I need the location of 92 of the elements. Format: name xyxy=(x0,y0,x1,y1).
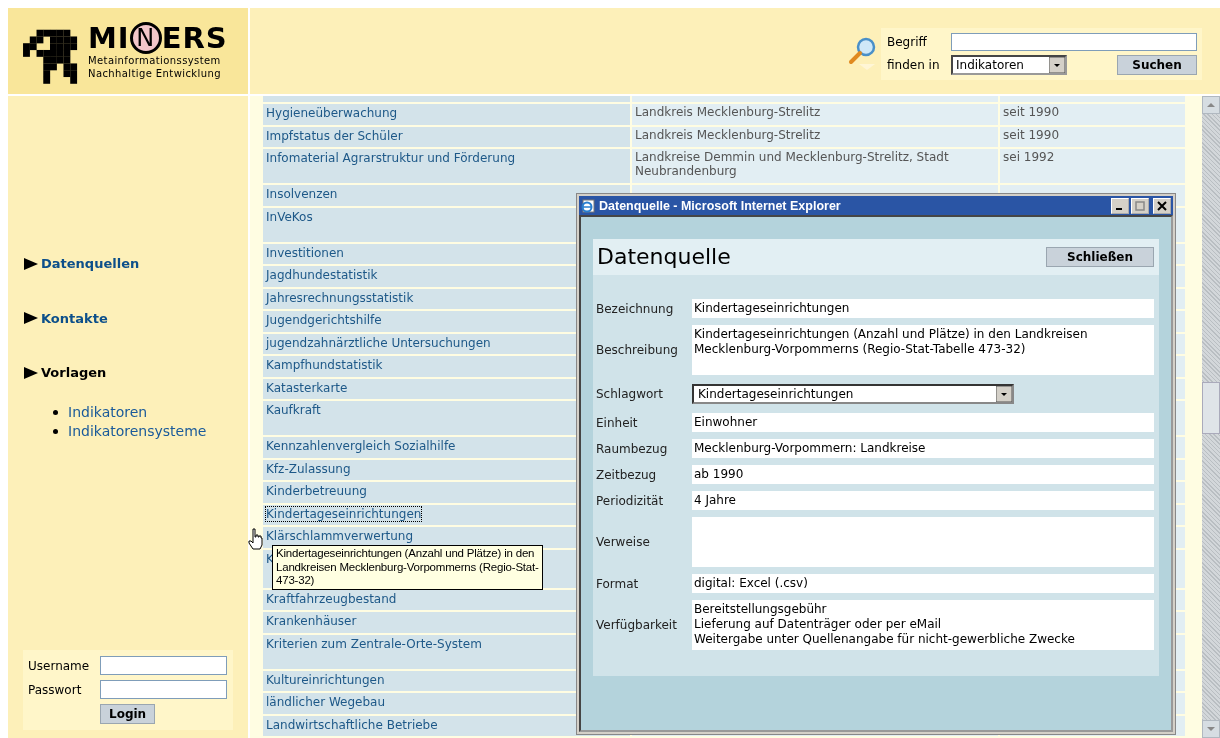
indicator-link[interactable]: Kennzahlenvergleich Sozialhilfe xyxy=(266,439,456,453)
indicator-link[interactable]: InVeKos xyxy=(266,209,313,224)
keyword-dropdown[interactable]: Kindertageseinrichtungen xyxy=(692,384,1014,404)
indicator-link[interactable]: Kriterien zum Zentrale-Orte-System xyxy=(266,636,482,651)
indicator-link[interactable]: ländlicher Wegebau xyxy=(266,695,386,709)
sidebar-section-link[interactable]: Vorlagen xyxy=(23,365,107,380)
password-label: Passwort xyxy=(28,682,83,697)
indicator-link[interactable]: Kaufkraft xyxy=(266,403,321,417)
table-cell: Landkreise Demmin und Mecklenburg-Strelitz, Stadt Neubrandenburg xyxy=(632,149,998,183)
minimize-button[interactable] xyxy=(1111,197,1129,214)
maximize-button[interactable] xyxy=(1131,197,1149,214)
field-value: Mecklenburg-Vorpommern: Landkreise xyxy=(692,439,1154,458)
field-label: Schlagwort xyxy=(596,387,664,401)
search-button[interactable]: Suchen xyxy=(1117,55,1197,75)
scrollbar-thumb[interactable] xyxy=(1202,382,1220,434)
indicator-link[interactable]: Kultureinrichtungen xyxy=(266,672,385,687)
sidebar-item[interactable]: Indikatorensysteme xyxy=(68,423,207,439)
sidebar-section-link[interactable]: Datenquellen xyxy=(23,256,140,271)
field-label: Bezeichnung xyxy=(596,301,675,316)
username-field[interactable] xyxy=(100,656,227,675)
field-value: digital: Excel (.csv) xyxy=(692,574,1154,593)
sidebar-section-link[interactable]: Kontakte xyxy=(23,310,108,326)
scrollbar[interactable] xyxy=(1202,96,1220,738)
indicator-link[interactable]: jugendzahnärztliche Untersuchungen xyxy=(266,335,491,350)
window-title: Datenquelle - Microsoft Internet Explorer xyxy=(599,198,841,213)
field-label: Beschreibung xyxy=(596,343,679,357)
scroll-down-button[interactable] xyxy=(1202,720,1220,738)
field-label: Zeitbezug xyxy=(596,467,658,482)
indicator-link[interactable]: Jugendgerichtshilfe xyxy=(266,313,382,327)
field-value: ab 1990 xyxy=(692,465,1154,484)
scope-dropdown[interactable]: Indikatoren xyxy=(951,55,1067,75)
triangle-icon xyxy=(23,256,39,271)
table-cell: seit 1990 xyxy=(1000,126,1185,147)
search-scope-label: finden in xyxy=(887,58,941,72)
tooltip-text: 473-32) xyxy=(276,574,316,588)
logo-wordmark: MI N ERS xyxy=(88,22,228,54)
indicator-link[interactable]: Landwirtschaftliche Betriebe xyxy=(266,717,438,732)
search-icon xyxy=(847,36,877,70)
login-button[interactable]: Login xyxy=(100,704,156,724)
indicator-link[interactable]: Insolvenzen xyxy=(266,187,338,201)
close-button[interactable] xyxy=(1153,197,1171,214)
search-term-label: Begriff xyxy=(887,35,928,49)
indicator-link[interactable]: Kampfhundstatistik xyxy=(266,358,383,372)
maximize-icon xyxy=(1135,200,1145,211)
sidebar-item[interactable]: Indikatoren xyxy=(68,404,148,420)
username-label: Username xyxy=(28,658,91,673)
tooltip-text: Kindertageseinrichtungen (Anzahl und Plätze) in den xyxy=(276,547,536,561)
logo-subtitle: Metainformationssystem xyxy=(88,54,222,67)
indicator-link[interactable]: Infomaterial Agrarstruktur und Förderung xyxy=(266,151,516,165)
field-label: Periodizität xyxy=(596,493,665,508)
password-field[interactable] xyxy=(100,680,227,699)
close-icon xyxy=(1157,200,1167,211)
table-cell: Landkreis Mecklenburg-Strelitz xyxy=(632,126,998,147)
triangle-icon xyxy=(23,311,39,325)
table-cell: sei 1992 xyxy=(1000,149,1185,183)
dropdown-arrow-icon xyxy=(996,386,1012,402)
search-field[interactable] xyxy=(951,33,1197,51)
table-cell: seit 1990 xyxy=(1000,104,1185,125)
indicator-link[interactable]: Krankenhäuser xyxy=(266,614,357,628)
field-label: Format xyxy=(596,576,640,591)
field-label: Raumbezug xyxy=(596,441,669,456)
indicator-link[interactable]: Jagdhundestatistik xyxy=(266,268,378,282)
field-value: Kindertageseinrichtungen (Anzahl und Plätze) in den Landkreisen Mecklenburg-Vorpommerns (Regio-Stat-Tabelle 473-32) xyxy=(692,325,1154,375)
scroll-up-button[interactable] xyxy=(1202,96,1220,114)
indicator-link[interactable]: Kfz-Zulassung xyxy=(266,461,351,476)
browser-icon xyxy=(581,198,595,213)
indicator-link[interactable]: Hygieneüberwachung xyxy=(266,106,398,120)
up-arrow-icon xyxy=(1206,102,1216,108)
indicator-link[interactable]: Jahresrechnungsstatistik xyxy=(266,290,414,305)
field-value: Bereitstellungsgebühr Lieferung auf Datenträger oder per eMail Weitergabe unter Quellenangabe für nicht-gewerbliche Zwecke xyxy=(692,600,1154,650)
down-arrow-icon xyxy=(1206,726,1216,732)
hand-cursor-icon xyxy=(248,528,264,550)
field-label: Einheit xyxy=(596,415,639,430)
table-cell: Landkreis Mecklenburg-Strelitz xyxy=(632,104,998,125)
logo-subtitle: Nachhaltige Entwicklung xyxy=(88,67,222,80)
indicator-link[interactable]: Katasterkarte xyxy=(266,380,348,395)
tooltip-text: Landkreisen Mecklenburg-Vorpommerns (Regio-Stat- xyxy=(276,560,539,574)
indicator-link[interactable]: Kindertageseinrichtungen xyxy=(266,506,422,521)
field-value: 4 Jahre xyxy=(692,491,1154,510)
indicator-link[interactable]: Kraftfahrzeugbestand xyxy=(266,591,397,606)
page-heading: Datenquelle xyxy=(597,244,731,270)
field-label: Verfügbarkeit xyxy=(596,618,678,632)
dropdown-arrow-icon xyxy=(1049,57,1065,73)
triangle-icon xyxy=(23,365,39,380)
field-label: Verweise xyxy=(596,535,651,549)
close-button[interactable]: Schließen xyxy=(1046,247,1154,267)
field-value: Einwohner xyxy=(692,413,1154,432)
indicator-link[interactable]: Investitionen xyxy=(266,245,344,260)
field-value: Kindertageseinrichtungen xyxy=(692,299,1154,318)
indicator-link[interactable]: Klärschlammverwertung xyxy=(266,529,414,543)
indicator-link[interactable]: Kinderbetreuung xyxy=(266,484,367,498)
indicator-link[interactable]: Impfstatus der Schüler xyxy=(266,128,403,143)
